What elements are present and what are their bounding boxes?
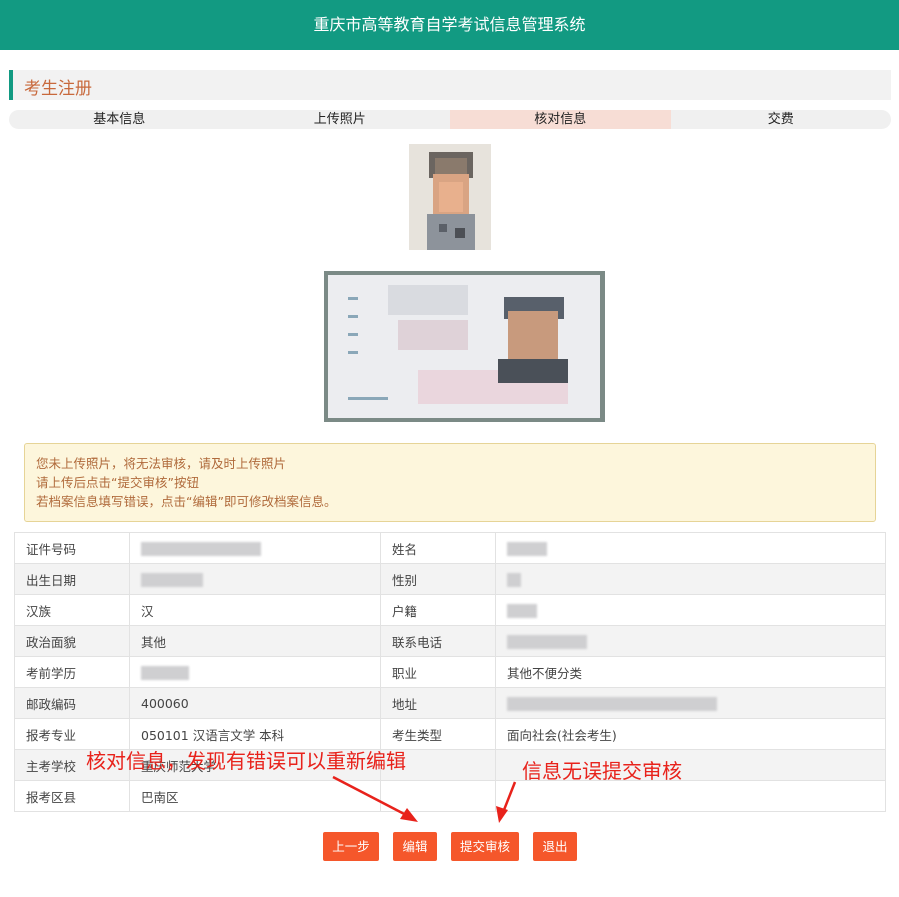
value-ethnicity: 汉 [129,594,381,626]
step-payment: 交费 [767,112,794,127]
label-gender: 性别 [380,563,496,595]
value-political-status: 其他 [129,625,381,657]
label-prior-education: 考前学历 [14,656,130,688]
notice-box: 您未上传照片，将无法审核，请及时上传照片 请上传后点击“提交审核”按钮 若档案信… [24,443,876,522]
value-occupation: 其他不便分类 [495,656,886,688]
empty-cell [380,780,496,812]
label-household: 户籍 [380,594,496,626]
label-occupation: 职业 [380,656,496,688]
value-prior-education [129,656,381,688]
value-candidate-type: 面向社会(社会考生) [495,718,886,750]
edit-button[interactable]: 编辑 [393,832,437,861]
label-ethnicity: 汉族 [14,594,130,626]
value-id-number [129,532,381,564]
label-address: 地址 [380,687,496,719]
table-row: 出生日期 性别 [14,563,886,595]
empty-cell [495,780,886,812]
app-header: 重庆市高等教育自学考试信息管理系统 [0,0,899,50]
annotation-submit-hint: 信息无误提交审核 [522,759,682,783]
step-upload-photo: 上传照片 [313,112,366,127]
table-row: 考前学历 职业 其他不便分类 [14,656,886,688]
submit-review-button[interactable]: 提交审核 [451,832,519,861]
value-gender [495,563,886,595]
table-row: 汉族 汉 户籍 [14,594,886,626]
value-district: 巴南区 [129,780,381,812]
notice-line-1: 您未上传照片，将无法审核，请及时上传照片 [36,456,287,471]
value-address [495,687,886,719]
label-phone: 联系电话 [380,625,496,657]
label-district: 报考区县 [14,780,130,812]
id-card-image [324,271,605,422]
action-bar: 上一步 编辑 提交审核 退出 [0,832,899,862]
value-household [495,594,886,626]
notice-line-2: 请上传后点击“提交审核”按钮 [36,475,199,490]
label-political-status: 政治面貌 [14,625,130,657]
value-birth-date [129,563,381,595]
candidate-photo [409,144,491,250]
label-id-number: 证件号码 [14,532,130,564]
table-row: 政治面貌 其他 联系电话 [14,625,886,657]
notice-line-3: 若档案信息填写错误，点击“编辑”即可修改档案信息。 [36,494,337,509]
table-row: 证件号码 姓名 [14,532,886,564]
prev-step-button[interactable]: 上一步 [323,832,379,861]
step-basic-info: 基本信息 [93,112,146,127]
label-postal-code: 邮政编码 [14,687,130,719]
step-progress-bar: 基本信息 上传照片 核对信息 交费 [9,110,891,129]
annotation-edit-hint: 核对信息，发现有错误可以重新编辑 [86,749,406,773]
value-postal-code: 400060 [129,687,381,719]
section-title: 考生注册 [24,79,92,99]
app-title: 重庆市高等教育自学考试信息管理系统 [313,15,586,34]
label-name: 姓名 [380,532,496,564]
step-verify-info: 核对信息 [450,110,671,129]
table-row: 报考区县 巴南区 [14,780,886,812]
value-phone [495,625,886,657]
label-birth-date: 出生日期 [14,563,130,595]
exit-button[interactable]: 退出 [533,832,577,861]
section-header: 考生注册 [9,70,891,100]
value-name [495,532,886,564]
table-row: 邮政编码 400060 地址 [14,687,886,719]
